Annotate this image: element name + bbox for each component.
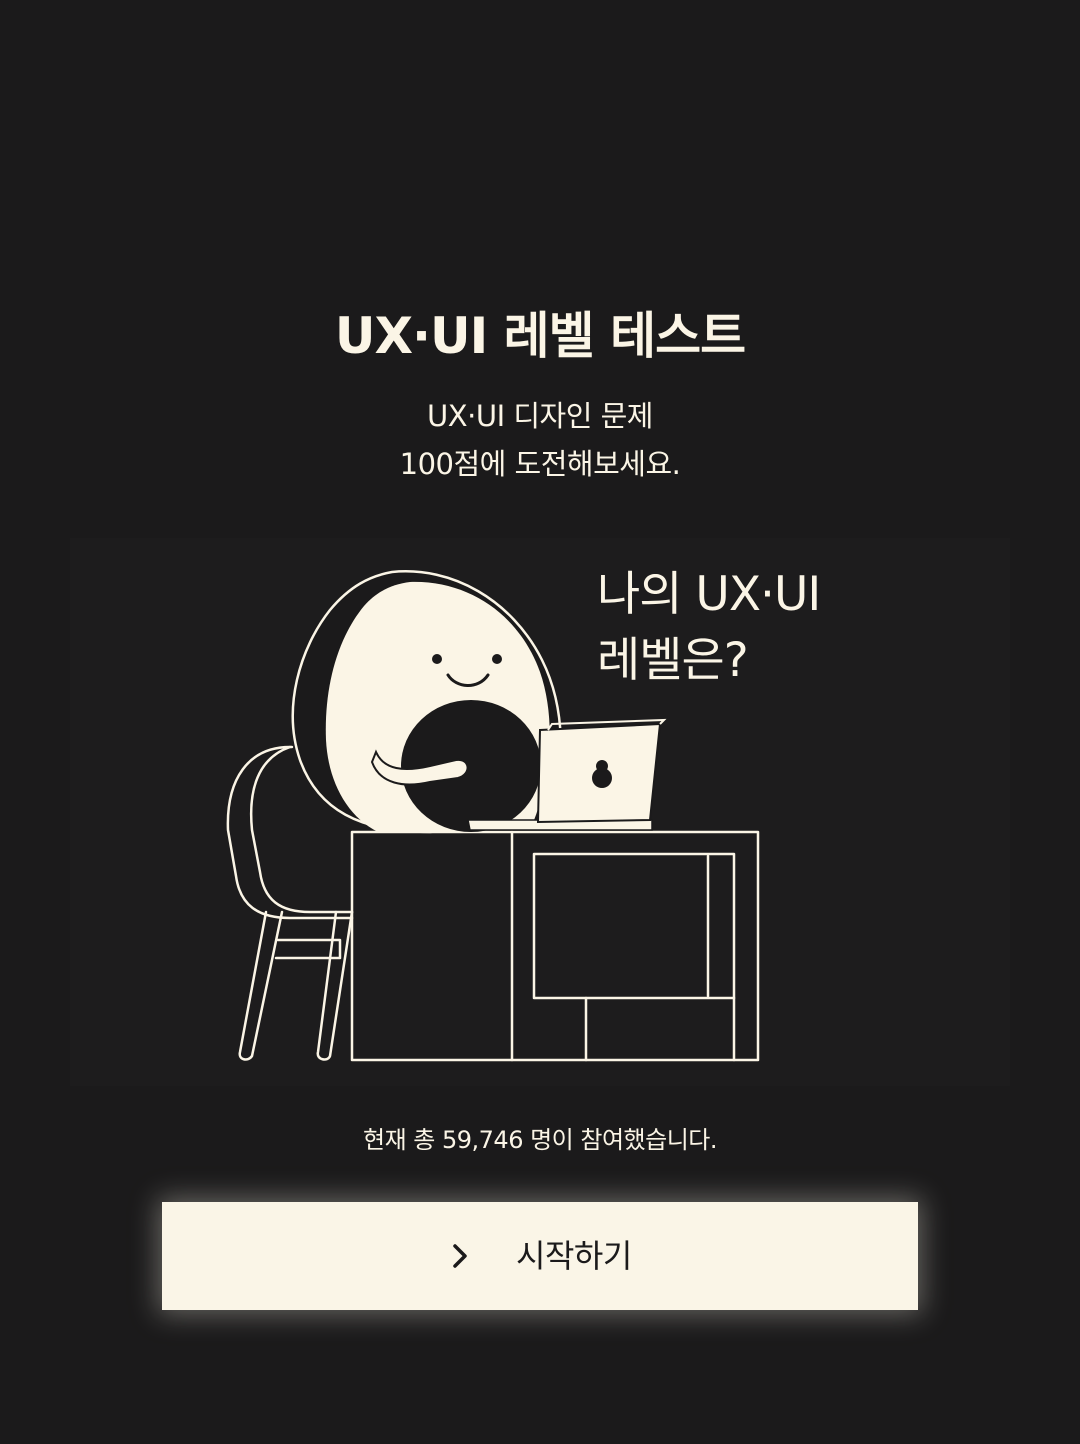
participant-count: 현재 총 59,746 명이 참여했습니다.: [362, 1126, 718, 1154]
avocado-pit: [401, 700, 541, 832]
speech-text-line-1: 나의 UX·UI: [597, 567, 821, 622]
desk-icon: [350, 830, 760, 1062]
avocado-character: [291, 570, 563, 834]
chevron-right-icon[interactable]: [446, 1234, 476, 1278]
quiz-landing-screen: UX·UI 레벨 테스트 UX·UI 디자인 문제 100점에 도전해보세요.: [0, 0, 1080, 1444]
speech-text-line-2: 레벨은?: [597, 633, 749, 688]
start-button-label[interactable]: 시작하기: [516, 1234, 632, 1278]
